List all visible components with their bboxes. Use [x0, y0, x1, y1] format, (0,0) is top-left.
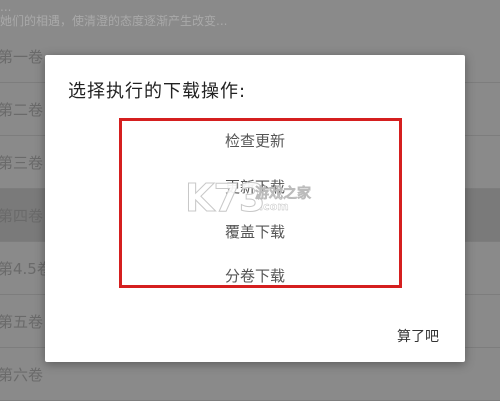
volume-item-label: 第四卷 [0, 206, 44, 225]
update-download-option[interactable]: 更新下载 [165, 176, 345, 197]
cancel-button[interactable]: 算了吧 [397, 326, 439, 346]
overwrite-download-option[interactable]: 覆盖下载 [165, 221, 345, 242]
download-options-dialog: 选择执行的下载操作: 检查更新 更新下载 覆盖下载 分卷下载 算了吧 [45, 55, 465, 362]
background-description-line-2: 她们的相遇，使清澄的态度逐渐产生改变... [0, 14, 228, 28]
volume-download-option[interactable]: 分卷下载 [165, 265, 345, 286]
dialog-title: 选择执行的下载操作: [68, 81, 247, 102]
check-update-option[interactable]: 检查更新 [165, 130, 345, 151]
volume-item-label: 第一卷 [0, 47, 44, 66]
background-description-line-1: ... [0, 0, 12, 14]
volume-item-label: 第二卷 [0, 100, 44, 119]
volume-item-label: 第六卷 [0, 365, 44, 384]
volume-item-label: 第三卷 [0, 153, 44, 172]
background-description: ... 她们的相遇，使清澄的态度逐渐产生改变... [0, 0, 500, 30]
volume-item-label: 第五卷 [0, 312, 44, 331]
